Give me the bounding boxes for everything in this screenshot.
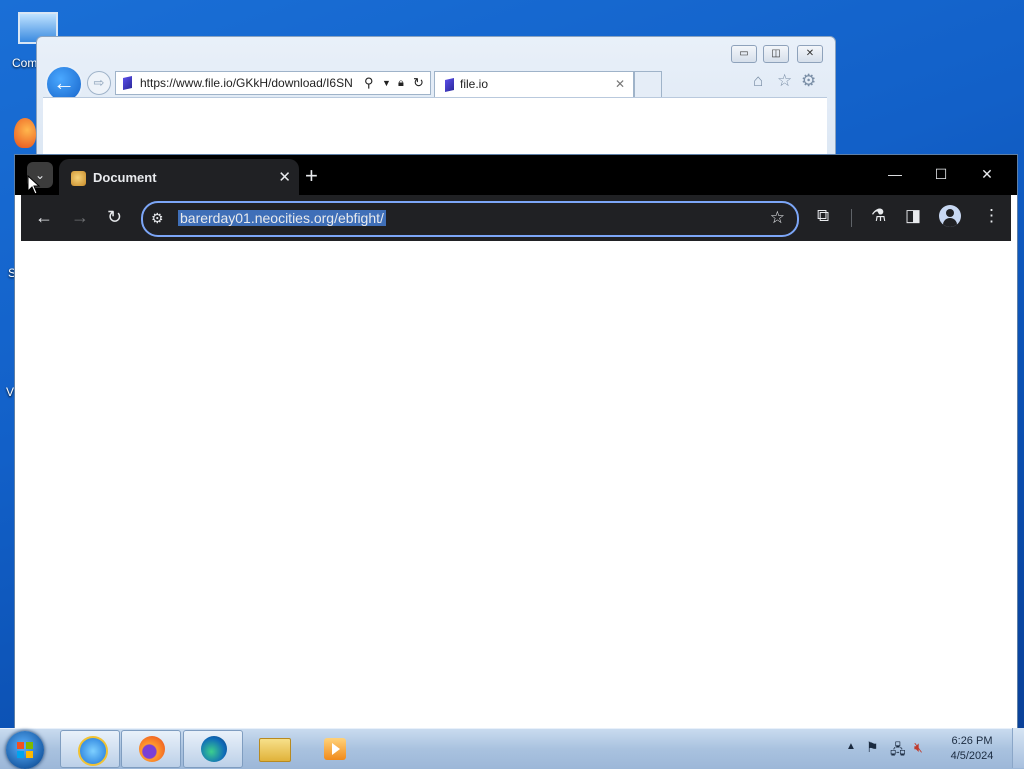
site-favicon-icon [123, 76, 132, 90]
start-button[interactable] [6, 731, 44, 769]
action-center-flag-icon[interactable]: ⚑ [866, 739, 879, 756]
mouse-cursor-icon [27, 174, 41, 200]
search-icon[interactable]: ⚲ [364, 72, 374, 94]
taskbar-internet-explorer[interactable] [60, 730, 120, 768]
clock-date: 4/5/2024 [950, 750, 994, 762]
page-content [21, 241, 1011, 729]
taskbar-edge[interactable] [183, 730, 243, 768]
ie-address-bar[interactable]: https://www.file.io/GKkH/download/I6SN ⚲… [115, 71, 431, 95]
close-window-button[interactable]: ✕ [972, 163, 1002, 185]
show-hidden-icons-icon[interactable]: ▲ [846, 741, 856, 752]
close-icon[interactable]: ✕ [278, 168, 291, 186]
dropdown-icon[interactable]: ▼ [382, 72, 391, 94]
bookmark-star-icon[interactable]: ☆ [770, 208, 785, 228]
ie-address-url: https://www.file.io/GKkH/download/I6SN [140, 76, 353, 90]
chrome-toolbar: ← → ↻ ⚙ barerday01.neocities.org/ebfight… [21, 195, 1011, 241]
ie-tab-title: file.io [460, 77, 489, 91]
profile-avatar-icon[interactable] [939, 205, 961, 227]
internet-explorer-icon [78, 736, 108, 766]
extensions-icon[interactable]: ⧉ [817, 206, 829, 226]
labs-flask-icon[interactable]: ⚗ [871, 206, 886, 226]
taskbar-firefox[interactable] [121, 730, 181, 768]
firefox-icon [139, 736, 165, 762]
home-icon[interactable]: ⌂ [753, 71, 763, 91]
minimize-button[interactable]: — [880, 163, 910, 185]
ie-forward-button[interactable]: ⇨ [87, 71, 111, 95]
close-icon[interactable]: ✕ [615, 72, 625, 96]
ie-minimize-button[interactable]: ▭ [731, 45, 757, 63]
network-icon[interactable]: 🖧︎ [890, 739, 906, 763]
system-tray: ▲ ⚑ 🖧︎ 🔇︎ 6:26 PM 4/5/2024 [842, 729, 1012, 769]
refresh-icon[interactable]: ↻ [413, 72, 424, 94]
chrome-window: ⌄ Document ✕ + — ☐ ✕ ← → ↻ ⚙ barerday01.… [14, 154, 1018, 732]
toolbar-divider [851, 209, 852, 227]
back-arrow-icon[interactable]: ← [35, 207, 53, 228]
document-favicon-icon [71, 171, 86, 186]
new-tab-button[interactable]: + [305, 163, 318, 189]
clock[interactable]: 6:26 PM 4/5/2024 [942, 734, 1002, 764]
arrow-right-icon: ⇨ [93, 75, 105, 90]
reload-icon[interactable]: ↻ [107, 207, 122, 228]
taskbar-media-player[interactable] [306, 730, 364, 766]
gear-icon[interactable]: ⚙ [801, 71, 816, 91]
chrome-tab-active[interactable]: Document ✕ [59, 159, 299, 197]
edge-icon [201, 736, 227, 762]
arrow-left-icon: ← [53, 70, 75, 95]
omnibox[interactable]: ⚙ barerday01.neocities.org/ebfight/ ☆ [141, 201, 799, 237]
file-explorer-icon [259, 738, 291, 762]
menu-kebab-icon[interactable]: ⋮ [983, 206, 1000, 226]
volume-muted-icon[interactable]: 🔇︎ [914, 739, 923, 756]
chrome-tab-title: Document [93, 170, 157, 185]
chrome-tab-strip: ⌄ Document ✕ + — ☐ ✕ [15, 155, 1017, 197]
desktop-partial-label: V [6, 385, 15, 399]
desktop-icon-label: Com [12, 56, 38, 70]
ie-new-tab-button[interactable] [634, 71, 662, 98]
omnibox-url[interactable]: barerday01.neocities.org/ebfight/ [178, 210, 386, 226]
show-desktop-button[interactable] [1012, 728, 1024, 768]
forward-arrow-icon[interactable]: → [71, 207, 89, 228]
taskbar: ▲ ⚑ 🖧︎ 🔇︎ 6:26 PM 4/5/2024 [0, 728, 1024, 769]
favorites-star-icon[interactable]: ☆ [777, 71, 792, 91]
ie-restore-button[interactable]: ◫ [763, 45, 789, 63]
side-panel-icon[interactable]: ◨ [905, 206, 921, 226]
lock-icon: 🔒︎ [398, 77, 404, 89]
clock-time: 6:26 PM [951, 735, 993, 747]
site-favicon-icon [445, 78, 454, 92]
media-player-icon [324, 738, 346, 760]
taskbar-file-explorer[interactable] [245, 730, 303, 766]
desktop-icon-firefox[interactable] [14, 118, 36, 148]
ie-tab[interactable]: file.io ✕ [434, 71, 634, 97]
site-settings-icon[interactable]: ⚙ [151, 210, 164, 227]
windows-logo-icon [17, 742, 33, 758]
ie-close-button[interactable]: ✕ [797, 45, 823, 63]
maximize-button[interactable]: ☐ [926, 163, 956, 185]
